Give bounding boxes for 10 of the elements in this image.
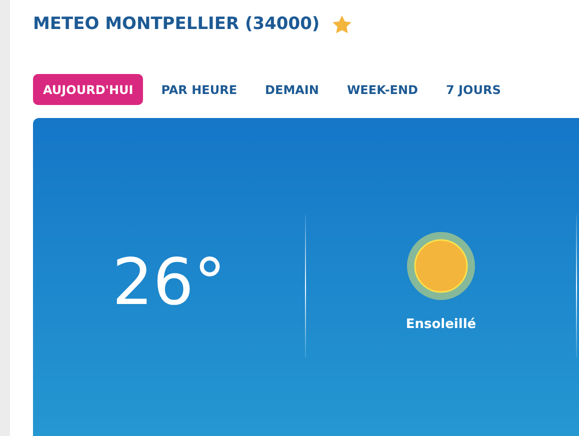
sun-icon xyxy=(406,230,476,300)
temperature: 26° xyxy=(112,246,226,320)
tab[interactable]: WEEK-END xyxy=(336,74,428,105)
star-icon[interactable] xyxy=(332,14,352,34)
tab[interactable]: DEMAIN xyxy=(255,74,329,105)
tab[interactable]: PAR HEURE xyxy=(151,74,248,105)
page-title: METEO MONTPELLIER (34000) xyxy=(33,14,320,34)
tab[interactable]: 7 JOURS xyxy=(436,74,511,105)
weather-condition: Ensoleillé xyxy=(406,316,476,332)
tab[interactable]: AUJOURD'HUI xyxy=(33,74,144,105)
